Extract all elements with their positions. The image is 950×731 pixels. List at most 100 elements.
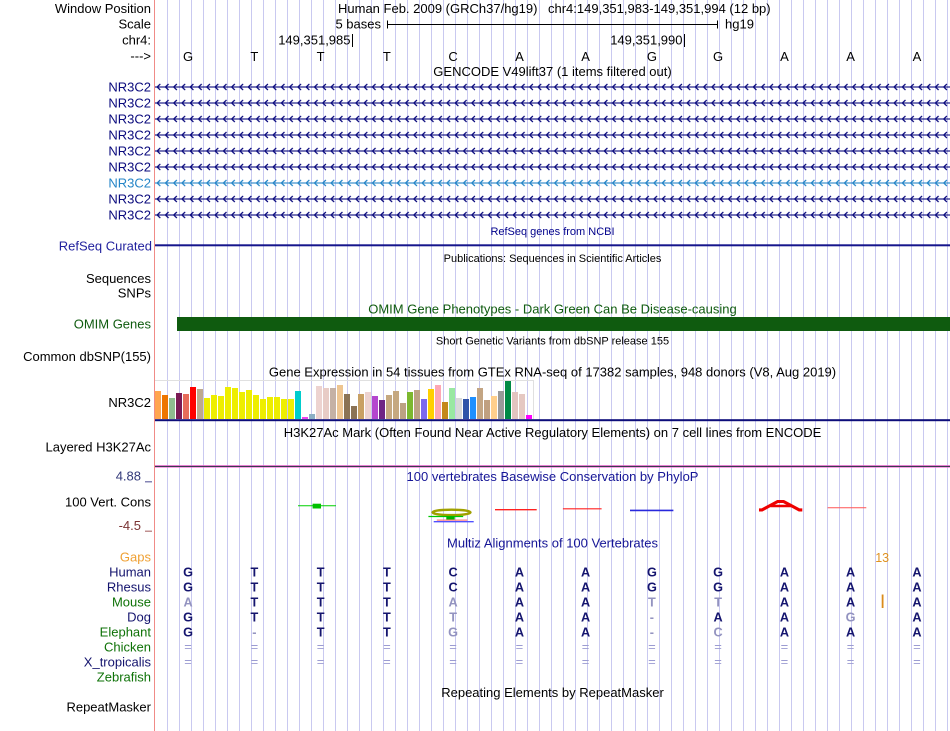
svg-text:=: = [582,639,590,654]
svg-text:A: A [846,626,855,640]
svg-text:G: G [183,49,193,64]
svg-text:A: A [581,49,590,64]
svg-text:A: A [515,626,524,640]
svg-text:=: = [184,654,192,669]
svg-text:T: T [383,49,391,64]
svg-text:A: A [714,611,723,625]
svg-text:=: = [847,639,855,654]
svg-text:NR3C2: NR3C2 [108,112,151,127]
svg-text:G: G [183,581,193,595]
svg-text:=: = [449,639,457,654]
svg-text:A: A [581,611,590,625]
svg-text:=: = [317,654,325,669]
svg-text:A: A [515,581,524,595]
svg-text:=: = [781,639,789,654]
svg-text:=: = [582,654,590,669]
svg-text:T: T [250,49,258,64]
svg-text:A: A [912,596,921,610]
svg-text:NR3C2: NR3C2 [108,395,151,410]
svg-text:GENCODE V49lift37 (1 items fil: GENCODE V49lift37 (1 items filtered out) [433,64,671,79]
svg-text:A: A [846,49,855,64]
svg-text:Layered H3K27Ac: Layered H3K27Ac [45,440,151,455]
svg-text:=: = [714,639,722,654]
svg-text:C: C [714,626,723,640]
svg-text:G: G [183,566,193,580]
svg-text:=: = [251,654,259,669]
svg-text:A: A [912,581,921,595]
svg-text:Chicken: Chicken [104,640,151,655]
svg-text:A: A [449,596,458,610]
svg-text:chr4:: chr4: [122,33,151,48]
svg-text:RefSeq Curated: RefSeq Curated [59,239,152,254]
svg-text:A: A [780,49,789,64]
svg-text:-4.5: -4.5 [119,518,141,533]
svg-text:Short Genetic Variants from db: Short Genetic Variants from dbSNP releas… [436,336,669,348]
svg-text:T: T [317,626,325,640]
svg-text:=: = [648,654,656,669]
svg-text:Human Feb. 2009 (GRCh37/hg19): Human Feb. 2009 (GRCh37/hg19) [338,1,537,16]
svg-text:T: T [383,566,391,580]
svg-text:100 vertebrates Basewise Conse: 100 vertebrates Basewise Conservation by… [407,469,699,484]
svg-text:T: T [317,566,325,580]
svg-text:T: T [317,49,325,64]
svg-text:OMIM Genes: OMIM Genes [74,316,152,331]
svg-text:=: = [516,639,524,654]
svg-text:NR3C2: NR3C2 [108,96,151,111]
svg-text:T: T [383,626,391,640]
svg-text:Gene Expression in 54 tissues: Gene Expression in 54 tissues from GTEx … [269,365,836,380]
svg-text:=: = [516,654,524,669]
svg-text:G: G [846,611,856,625]
svg-text:A: A [780,611,789,625]
svg-text:hg19: hg19 [725,17,754,32]
svg-text:A: A [184,596,193,610]
svg-text:A: A [913,49,922,64]
svg-text:Scale: Scale [118,17,151,32]
svg-text:100 Vert. Cons: 100 Vert. Cons [65,495,151,510]
svg-text:RepeatMasker: RepeatMasker [66,700,151,715]
svg-text:A: A [515,49,524,64]
svg-text:T: T [251,566,259,580]
svg-text:149,351,985: 149,351,985 [278,33,350,48]
svg-text:A: A [780,596,789,610]
svg-text:OMIM Gene Phenotypes - Dark Gr: OMIM Gene Phenotypes - Dark Green Can Be… [368,302,737,317]
svg-text:Elephant: Elephant [100,625,152,640]
svg-text:G: G [183,611,193,625]
svg-text:=: = [781,654,789,669]
svg-text:RefSeq genes from NCBI: RefSeq genes from NCBI [490,226,614,238]
svg-text:NR3C2: NR3C2 [108,176,151,191]
svg-text:=: = [648,639,656,654]
svg-text:A: A [780,581,789,595]
svg-text:NR3C2: NR3C2 [108,208,151,223]
svg-text:Multiz Alignments of 100 Verte: Multiz Alignments of 100 Vertebrates [447,536,659,551]
svg-text:X_tropicalis: X_tropicalis [84,655,152,670]
svg-text:NR3C2: NR3C2 [108,160,151,175]
svg-text:A: A [912,566,921,580]
svg-text:Gaps: Gaps [120,550,152,565]
svg-text:A: A [846,596,855,610]
svg-text:T: T [648,596,656,610]
svg-text:=: = [383,654,391,669]
svg-text:Window Position: Window Position [55,1,151,16]
svg-text:NR3C2: NR3C2 [108,128,151,143]
svg-text:T: T [383,611,391,625]
svg-text:H3K27Ac Mark (Often Found Near: H3K27Ac Mark (Often Found Near Active Re… [284,425,822,440]
svg-text:=: = [449,654,457,669]
svg-text:G: G [647,49,657,64]
svg-text:=: = [913,639,921,654]
svg-text:T: T [714,596,722,610]
svg-text:A: A [780,626,789,640]
svg-text:NR3C2: NR3C2 [108,144,151,159]
svg-text:T: T [317,581,325,595]
svg-text:C: C [449,581,458,595]
svg-text:A: A [846,581,855,595]
svg-text:A: A [515,566,524,580]
svg-text:=: = [251,639,259,654]
svg-text:NR3C2: NR3C2 [108,80,151,95]
svg-text:149,351,990: 149,351,990 [610,33,682,48]
svg-text:-: - [650,626,654,640]
svg-text:A: A [912,626,921,640]
svg-text:T: T [317,611,325,625]
svg-text:-: - [252,626,256,640]
svg-text:4.88: 4.88 [116,469,141,484]
svg-text:-: - [650,611,654,625]
